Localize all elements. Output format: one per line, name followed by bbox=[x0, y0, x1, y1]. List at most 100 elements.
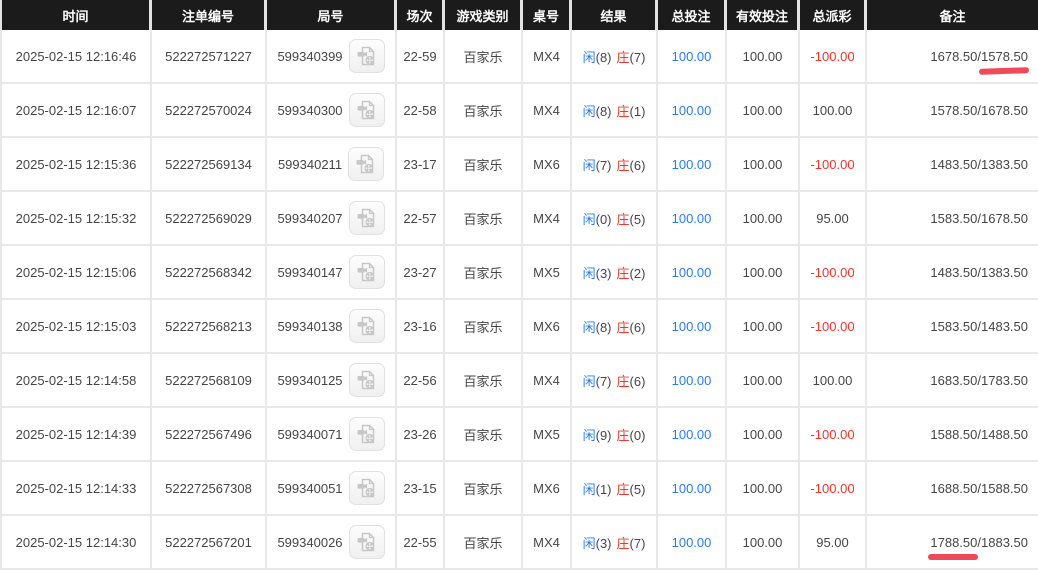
total-bet-value: 100.00 bbox=[672, 373, 712, 388]
total-bet-cell: 100.00 bbox=[658, 462, 727, 516]
game-type-cell: 百家乐 bbox=[445, 84, 523, 138]
total-bet-value: 100.00 bbox=[672, 103, 712, 118]
header-game-type: 游戏类别 bbox=[445, 0, 523, 30]
round-no-value: 599340026 bbox=[277, 535, 342, 550]
session-cell: 23-17 bbox=[397, 138, 445, 192]
table-row: 2025-02-15 12:15:36 522272569134 5993402… bbox=[0, 138, 1038, 192]
bet-no-cell: 522272569134 bbox=[152, 138, 267, 192]
payout-value: 95.00 bbox=[816, 211, 849, 226]
bet-no-cell: 522272567496 bbox=[152, 408, 267, 462]
round-no-cell: 599340147 bbox=[267, 246, 397, 300]
video-replay-button[interactable] bbox=[349, 309, 385, 343]
table-no-cell: MX4 bbox=[523, 516, 572, 570]
valid-bet-cell: 100.00 bbox=[727, 192, 800, 246]
payout-value: 100.00 bbox=[813, 373, 853, 388]
video-replay-button[interactable] bbox=[349, 39, 385, 73]
valid-bet-cell: 100.00 bbox=[727, 354, 800, 408]
table-row: 2025-02-15 12:14:39 522272567496 5993400… bbox=[0, 408, 1038, 462]
payout-value: 95.00 bbox=[816, 535, 849, 550]
remark-right: 1678.50 bbox=[981, 103, 1028, 118]
session-cell: 23-16 bbox=[397, 300, 445, 354]
table-no-cell: MX6 bbox=[523, 300, 572, 354]
result-cell: 闲(3)庄(2) bbox=[572, 246, 658, 300]
table-row: 2025-02-15 12:14:58 522272568109 5993401… bbox=[0, 354, 1038, 408]
total-bet-cell: 100.00 bbox=[658, 138, 727, 192]
valid-bet-cell: 100.00 bbox=[727, 84, 800, 138]
payout-cell: -100.00 bbox=[800, 30, 867, 84]
time-cell: 2025-02-15 12:15:36 bbox=[0, 138, 152, 192]
result-cell: 闲(9)庄(0) bbox=[572, 408, 658, 462]
session-cell: 22-57 bbox=[397, 192, 445, 246]
video-replay-button[interactable] bbox=[349, 471, 385, 505]
round-no-cell: 599340051 bbox=[267, 462, 397, 516]
header-result: 结果 bbox=[572, 0, 658, 30]
total-bet-value: 100.00 bbox=[672, 211, 712, 226]
result-banker: 庄(6) bbox=[617, 374, 646, 389]
video-file-icon bbox=[355, 44, 379, 68]
session-cell: 22-59 bbox=[397, 30, 445, 84]
time-cell: 2025-02-15 12:14:33 bbox=[0, 462, 152, 516]
valid-bet-cell: 100.00 bbox=[727, 300, 800, 354]
valid-bet-cell: 100.00 bbox=[727, 30, 800, 84]
table-header: 时间 注单编号 局号 场次 游戏类别 桌号 结果 总投注 有效投注 总派彩 备注 bbox=[0, 0, 1038, 30]
session-cell: 22-55 bbox=[397, 516, 445, 570]
remark-right: 1678.50 bbox=[981, 211, 1028, 226]
payout-cell: -100.00 bbox=[800, 300, 867, 354]
table-row: 2025-02-15 12:16:07 522272570024 5993403… bbox=[0, 84, 1038, 138]
round-no-cell: 599340211 bbox=[267, 138, 397, 192]
time-cell: 2025-02-15 12:15:03 bbox=[0, 300, 152, 354]
bet-records-table: 时间 注单编号 局号 场次 游戏类别 桌号 结果 总投注 有效投注 总派彩 备注… bbox=[0, 0, 1038, 570]
table-row: 2025-02-15 12:14:33 522272567308 5993400… bbox=[0, 462, 1038, 516]
valid-bet-cell: 100.00 bbox=[727, 138, 800, 192]
game-type-cell: 百家乐 bbox=[445, 30, 523, 84]
total-bet-value: 100.00 bbox=[672, 319, 712, 334]
header-bet-no: 注单编号 bbox=[152, 0, 267, 30]
result-cell: 闲(3)庄(7) bbox=[572, 516, 658, 570]
header-time: 时间 bbox=[0, 0, 152, 30]
payout-value: -100.00 bbox=[810, 427, 854, 442]
total-bet-value: 100.00 bbox=[672, 49, 712, 64]
result-player: 闲(7) bbox=[583, 374, 612, 389]
total-bet-cell: 100.00 bbox=[658, 246, 727, 300]
result-cell: 闲(0)庄(5) bbox=[572, 192, 658, 246]
remark-right: 1488.50 bbox=[981, 427, 1028, 442]
video-replay-button[interactable] bbox=[349, 525, 385, 559]
video-replay-button[interactable] bbox=[349, 255, 385, 289]
video-replay-button[interactable] bbox=[349, 363, 385, 397]
result-cell: 闲(7)庄(6) bbox=[572, 138, 658, 192]
payout-cell: -100.00 bbox=[800, 408, 867, 462]
table-no-cell: MX4 bbox=[523, 30, 572, 84]
video-replay-button[interactable] bbox=[349, 417, 385, 451]
bet-no-cell: 522272570024 bbox=[152, 84, 267, 138]
round-no-value: 599340147 bbox=[277, 265, 342, 280]
table-row: 2025-02-15 12:16:46 522272571227 5993403… bbox=[0, 30, 1038, 84]
video-file-icon bbox=[355, 260, 379, 284]
header-valid-bet: 有效投注 bbox=[727, 0, 800, 30]
game-type-cell: 百家乐 bbox=[445, 138, 523, 192]
video-replay-button[interactable] bbox=[349, 93, 385, 127]
session-cell: 23-15 bbox=[397, 462, 445, 516]
remark-right: 1588.50 bbox=[981, 481, 1028, 496]
bet-no-cell: 522272568109 bbox=[152, 354, 267, 408]
result-banker: 庄(5) bbox=[617, 212, 646, 227]
remark-cell: 1578.50/1678.50 bbox=[867, 84, 1038, 138]
remark-right: 1783.50 bbox=[981, 373, 1028, 388]
total-bet-cell: 100.00 bbox=[658, 516, 727, 570]
video-replay-button[interactable] bbox=[348, 147, 384, 181]
result-cell: 闲(7) 庄(6) bbox=[572, 354, 658, 408]
bet-no-cell: 522272568213 bbox=[152, 300, 267, 354]
time-cell: 2025-02-15 12:15:32 bbox=[0, 192, 152, 246]
total-bet-value: 100.00 bbox=[672, 265, 712, 280]
table-no-cell: MX6 bbox=[523, 138, 572, 192]
result-cell: 闲(8)庄(1) bbox=[572, 84, 658, 138]
remark-cell: 1788.50/1883.50 bbox=[867, 516, 1038, 570]
remark-left: 1688.50 bbox=[930, 481, 977, 496]
time-cell: 2025-02-15 12:16:07 bbox=[0, 84, 152, 138]
remark-cell: 1678.50/1578.50 bbox=[867, 30, 1038, 84]
header-total-bet: 总投注 bbox=[658, 0, 727, 30]
table-no-cell: MX4 bbox=[523, 192, 572, 246]
round-no-cell: 599340026 bbox=[267, 516, 397, 570]
total-bet-cell: 100.00 bbox=[658, 408, 727, 462]
game-type-cell: 百家乐 bbox=[445, 354, 523, 408]
video-replay-button[interactable] bbox=[349, 201, 385, 235]
